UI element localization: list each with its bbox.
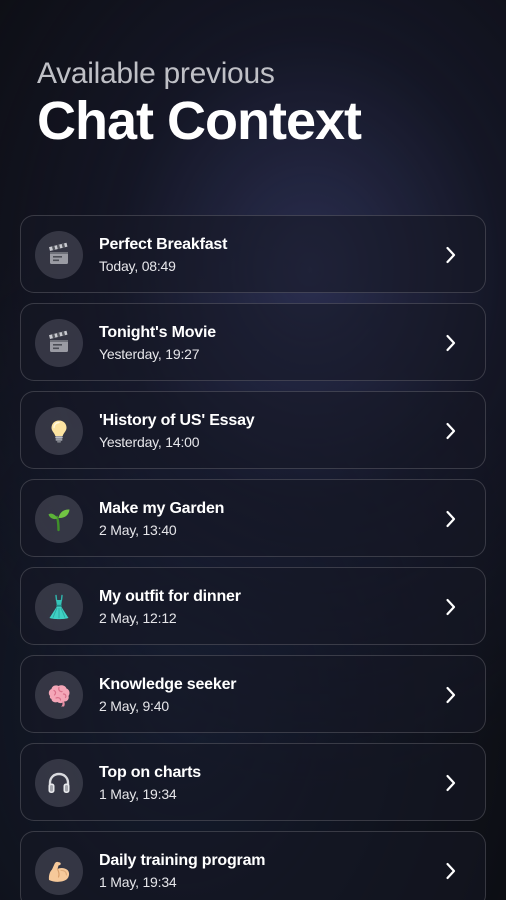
chat-item-text: Make my Garden 2 May, 13:40 xyxy=(99,499,224,540)
chat-item-timestamp: 1 May, 19:34 xyxy=(99,786,177,802)
chat-item-tonights-movie[interactable]: Tonight's Movie Yesterday, 19:27 xyxy=(20,303,486,381)
chat-item-title: Top on charts xyxy=(99,764,201,781)
clapperboard-icon xyxy=(35,319,83,367)
chat-item-history-essay[interactable]: 'History of US' Essay Yesterday, 14:00 xyxy=(20,391,486,469)
clapperboard-icon xyxy=(35,231,83,279)
chat-item-title: Make my Garden xyxy=(99,500,225,517)
page-subtitle: Available previous xyxy=(37,57,275,90)
chat-item-text: Tonight's Movie Yesterday, 19:27 xyxy=(99,323,216,364)
chat-item-title: Knowledge seeker xyxy=(99,676,237,693)
chat-item-knowledge-seeker[interactable]: Knowledge seeker 2 May, 9:40 xyxy=(20,655,486,733)
chat-item-title: My outfit for dinner xyxy=(99,588,241,605)
chat-item-text: Daily training program 1 May, 19:34 xyxy=(99,851,265,892)
flexed-biceps-icon xyxy=(35,847,83,895)
chat-context-list: Perfect Breakfast Today, 08:49 Tonight's… xyxy=(20,215,486,900)
chat-item-title: Daily training program xyxy=(99,852,266,869)
chevron-right-icon xyxy=(446,686,456,704)
chat-item-timestamp: Today, 08:49 xyxy=(99,258,176,274)
chevron-right-icon xyxy=(446,862,456,880)
chat-item-text: Perfect Breakfast Today, 08:49 xyxy=(99,235,227,276)
chevron-right-icon xyxy=(446,774,456,792)
seedling-icon xyxy=(35,495,83,543)
chat-item-text: 'History of US' Essay Yesterday, 14:00 xyxy=(99,411,255,452)
headphones-icon xyxy=(35,759,83,807)
chat-item-timestamp: 1 May, 19:34 xyxy=(99,874,177,890)
chat-item-title: Tonight's Movie xyxy=(99,324,216,341)
chat-item-text: Knowledge seeker 2 May, 9:40 xyxy=(99,675,237,716)
chat-item-timestamp: 2 May, 13:40 xyxy=(99,522,177,538)
chat-item-timestamp: 2 May, 12:12 xyxy=(99,610,177,626)
page-header: Available previous Chat Context xyxy=(37,56,362,151)
chevron-right-icon xyxy=(446,422,456,440)
chat-item-title: 'History of US' Essay xyxy=(99,412,255,429)
chevron-right-icon xyxy=(446,334,456,352)
dress-icon xyxy=(35,583,83,631)
chat-item-timestamp: Yesterday, 14:00 xyxy=(99,434,200,450)
chat-item-text: Top on charts 1 May, 19:34 xyxy=(99,763,201,804)
chevron-right-icon xyxy=(446,598,456,616)
brain-icon xyxy=(35,671,83,719)
chevron-right-icon xyxy=(446,246,456,264)
chat-item-timestamp: 2 May, 9:40 xyxy=(99,698,169,714)
chat-item-text: My outfit for dinner 2 May, 12:12 xyxy=(99,587,241,628)
chat-item-perfect-breakfast[interactable]: Perfect Breakfast Today, 08:49 xyxy=(20,215,486,293)
chat-item-daily-training[interactable]: Daily training program 1 May, 19:34 xyxy=(20,831,486,900)
lightbulb-icon xyxy=(35,407,83,455)
chat-item-make-my-garden[interactable]: Make my Garden 2 May, 13:40 xyxy=(20,479,486,557)
chat-item-timestamp: Yesterday, 19:27 xyxy=(99,346,200,362)
chat-item-outfit-for-dinner[interactable]: My outfit for dinner 2 May, 12:12 xyxy=(20,567,486,645)
chat-item-title: Perfect Breakfast xyxy=(99,236,228,253)
page-title: Chat Context xyxy=(37,91,362,151)
chevron-right-icon xyxy=(446,510,456,528)
chat-item-top-on-charts[interactable]: Top on charts 1 May, 19:34 xyxy=(20,743,486,821)
